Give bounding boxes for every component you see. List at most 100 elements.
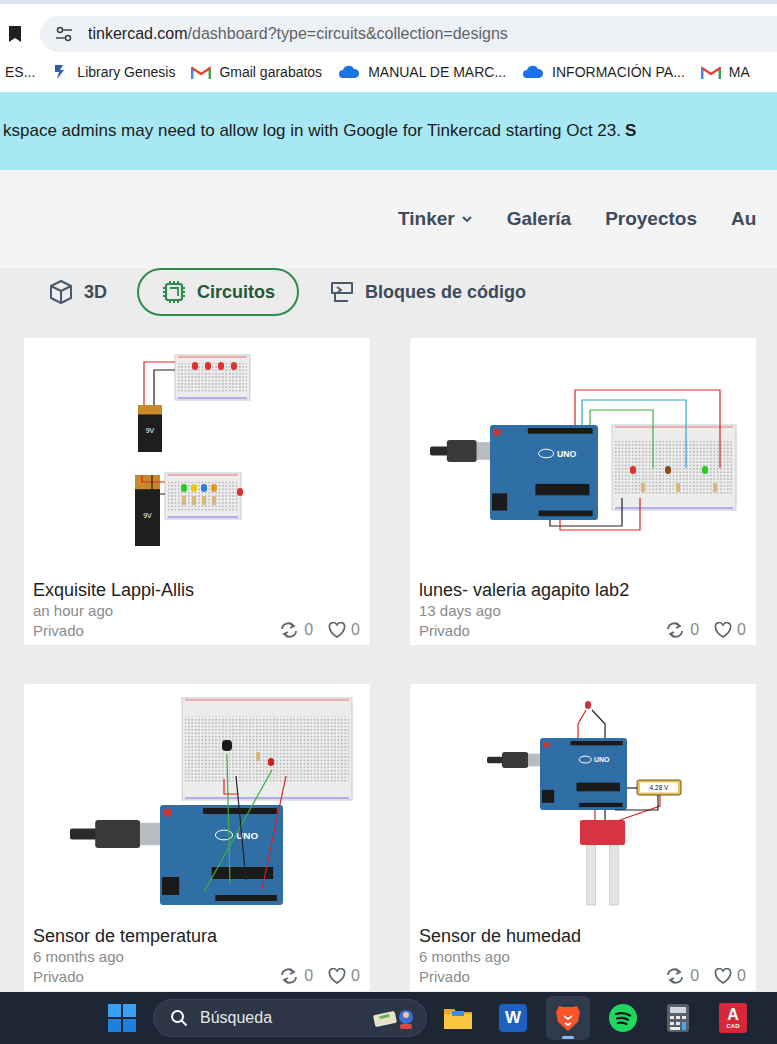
type-tabs: 3DCircuitos Bloques de código [0,268,777,316]
wire [582,400,686,468]
led [218,362,224,370]
led [231,362,237,370]
battery-label: 9V [146,427,155,434]
card-title[interactable]: Sensor de temperatura [33,925,360,947]
circuit-thumbnail[interactable]: UNO [410,338,756,575]
bookmark-label: Gmail garabatos [219,64,322,80]
address-bar[interactable]: tinkercad.com/dashboard?type=circuits&co… [40,16,777,52]
type-tab[interactable]: Circuitos [137,268,299,316]
battery: 9V [135,475,160,546]
chevron-down-icon [461,215,473,223]
heart-icon[interactable] [328,968,346,984]
card-stats: 00 [665,967,746,987]
nav-label: Proyectos [605,208,697,230]
spotify-icon [608,1003,638,1033]
design-card[interactable]: UNOlunes- valeria agapito lab213 days ag… [410,338,756,645]
heart-icon[interactable] [714,622,732,638]
bookmark[interactable]: MA [701,64,750,80]
board-label: UNO [594,756,610,763]
led [702,466,708,474]
card-privacy: Privado [419,967,510,987]
site-settings-icon[interactable] [54,26,74,42]
circuit-thumbnail[interactable]: UNO 4.28 V [410,684,756,921]
heart-icon[interactable] [714,968,732,984]
tab-label: Bloques de código [365,282,526,303]
bookmark-label: MA [729,64,750,80]
taskbar-app[interactable]: W [491,996,535,1040]
card-meta: 6 months agoPrivado00 [419,947,746,987]
bookmark-label: Library Genesis [77,64,175,80]
bookmark-icon[interactable] [8,25,22,43]
circuit-thumbnail[interactable]: 9V 9V [24,338,370,575]
card-title[interactable]: Exquisite Lappi-Allis [33,579,360,601]
usb-cable [430,440,490,462]
type-tab[interactable]: Bloques de código [305,268,550,316]
taskbar-app[interactable] [601,996,645,1040]
card-body: Exquisite Lappi-Allisan hour agoPrivado 0… [24,575,370,641]
led [237,488,243,496]
led [665,466,671,474]
nav-item[interactable]: Proyectos [605,208,697,230]
heart-icon[interactable] [328,622,346,638]
banner-link[interactable]: S [625,121,636,141]
gmail-icon [701,65,721,80]
remix-count: 0 [304,621,313,639]
nav-item[interactable]: Tinker [398,208,473,230]
taskbar-app[interactable] [546,996,590,1040]
taskbar-app[interactable]: ACAD [711,996,755,1040]
card-time: an hour ago [33,601,113,621]
board-label: UNO [557,449,576,459]
wire [615,795,658,810]
card-title[interactable]: Sensor de humedad [419,925,746,947]
meta-left: 6 months agoPrivado [33,947,124,987]
bookmark-label: INFORMACIÓN PA... [552,64,685,80]
wire [620,795,660,820]
nav-item[interactable]: Au [731,208,756,230]
bookmark[interactable]: Gmail garabatos [191,64,322,80]
bookmark[interactable]: Library Genesis [51,63,175,81]
type-tab[interactable]: 3D [24,268,131,316]
search-highlight-icon [372,1005,418,1031]
bookmarks-bar: ES... Library Genesis Gmail garabatos MANUA… [0,52,777,92]
meter-reading: 4.28 V [650,784,669,791]
resistor [212,496,216,505]
breadboard [175,355,250,400]
led [181,484,187,492]
brave-lion-icon [555,1003,581,1033]
design-card[interactable]: UNO Sensor de temperatura6 months agoPriv… [24,684,370,991]
led [201,484,207,492]
banner-text: kspace admins may need to allow log in w… [3,121,621,141]
remix-icon [279,621,299,639]
wire [604,810,605,820]
taskbar-app[interactable] [656,996,700,1040]
nav-item[interactable]: Galería [507,208,571,230]
cloud-icon [522,65,544,79]
led [630,466,636,474]
card-privacy: Privado [33,621,113,641]
meta-left: an hour agoPrivado [33,601,113,641]
notice-banner: kspace admins may need to allow log in w… [0,92,777,170]
bookmark[interactable]: INFORMACIÓN PA... [522,64,685,80]
bookmark[interactable]: MANUAL DE MARC... [338,64,506,80]
circuit-thumbnail[interactable]: UNO [24,684,370,921]
card-title[interactable]: lunes- valeria agapito lab2 [419,579,746,601]
wire [594,810,595,820]
taskbar-search[interactable]: Búsqueda [153,999,427,1037]
gmail-icon [191,65,211,80]
taskbar-app[interactable] [436,996,480,1040]
circuit-chip-icon [161,279,187,305]
design-card[interactable]: UNO4.28 VSensor de humedad6 months agoPr… [410,684,756,991]
autocad-letter: A [727,1007,739,1023]
active-indicator [562,1036,574,1039]
temperature-sensor [222,740,232,751]
wire [144,362,175,405]
bookmark[interactable]: ES... [5,64,35,80]
wire [236,776,246,880]
calculator-icon [666,1003,690,1033]
led [268,758,274,766]
arduino-board: UNO [160,805,283,905]
card-privacy: Privado [419,621,501,641]
design-card[interactable]: 9V 9V Exquisite Lappi-Allisan hour agoPriv… [24,338,370,645]
like-count: 0 [737,967,746,985]
windows-logo-icon[interactable] [107,1003,137,1033]
